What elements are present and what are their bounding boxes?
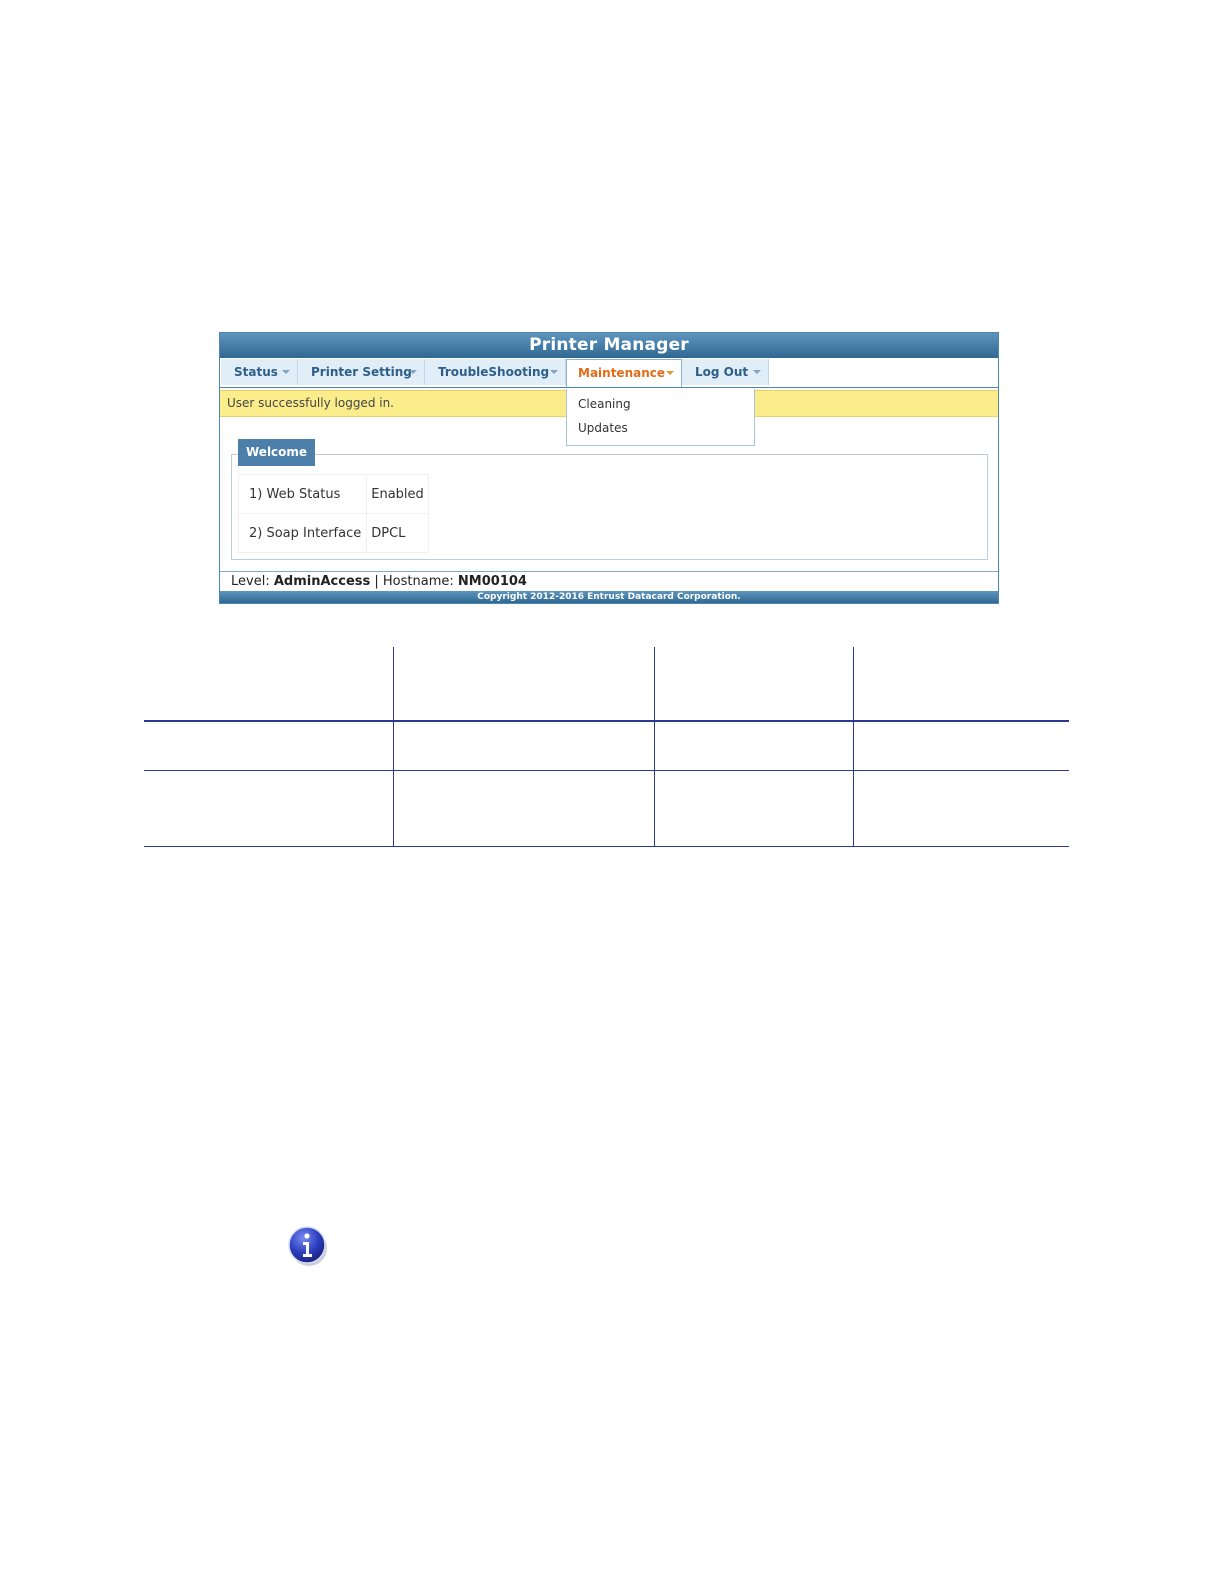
chevron-down-icon (666, 371, 674, 375)
app-title: Printer Manager (220, 333, 998, 358)
table-bottom-rule (144, 846, 1069, 847)
table-header-rule (144, 720, 1069, 722)
chevron-down-icon (753, 370, 761, 374)
row-name: 2) Soap Interface (237, 513, 368, 553)
table-row: 1) Web Status Enabled (237, 474, 429, 514)
chevron-down-icon (550, 370, 558, 374)
table-row-rule (144, 770, 1069, 771)
tab-label: TroubleShooting (438, 365, 550, 379)
row-name: 1) Web Status (237, 474, 368, 514)
hostname-value: NM00104 (457, 574, 527, 589)
info-icon (288, 1226, 327, 1266)
maintenance-dropdown: Cleaning Updates (566, 389, 755, 446)
welcome-legend: Welcome (238, 439, 316, 466)
table-column-rule (654, 647, 655, 847)
copyright: Copyright 2012-2016 Entrust Datacard Cor… (220, 591, 998, 603)
tab-printer-setting[interactable]: Printer Setting (298, 359, 425, 385)
printer-manager-window: Printer Manager Status Printer Setting T… (219, 332, 999, 604)
tab-label: Printer Setting (311, 365, 412, 379)
tab-label: Log Out (695, 365, 749, 379)
footer-separator: | (374, 574, 379, 589)
row-value: DPCL (366, 513, 429, 553)
tab-label: Maintenance (578, 366, 666, 380)
tab-maintenance[interactable]: Maintenance (566, 359, 682, 387)
chevron-down-icon (409, 370, 417, 374)
table-column-rule (853, 647, 854, 847)
table-row: 2) Soap Interface DPCL (237, 513, 429, 553)
tab-troubleshooting[interactable]: TroubleShooting (425, 359, 566, 385)
menu-item-cleaning[interactable]: Cleaning (578, 397, 631, 411)
hostname-label: Hostname: (382, 574, 454, 589)
level-value: AdminAccess (273, 574, 371, 589)
welcome-table: 1) Web Status Enabled 2) Soap Interface … (237, 474, 429, 553)
main-menu: Status Printer Setting TroubleShooting M… (220, 358, 998, 388)
status-footer: Level: AdminAccess | Hostname: NM00104 (220, 571, 998, 591)
chevron-down-icon (282, 370, 290, 374)
table-column-rule (393, 647, 394, 847)
tab-status[interactable]: Status (221, 359, 298, 385)
row-value: Enabled (366, 474, 429, 514)
tab-log-out[interactable]: Log Out (682, 359, 769, 385)
menu-item-updates[interactable]: Updates (578, 421, 628, 435)
tab-label: Status (234, 365, 278, 379)
level-label: Level: (231, 574, 270, 589)
